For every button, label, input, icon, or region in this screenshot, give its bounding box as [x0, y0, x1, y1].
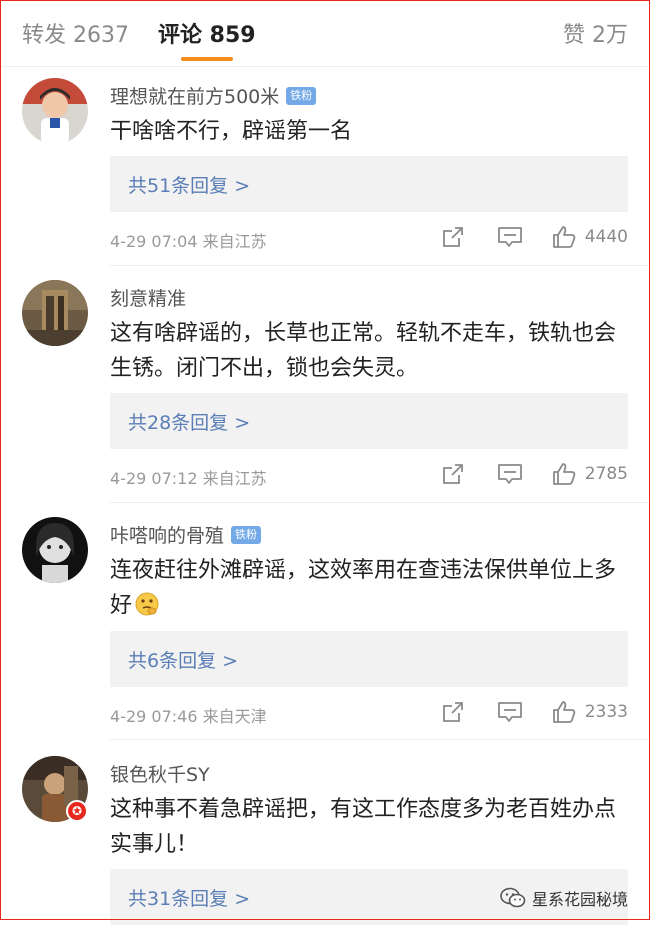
- comment-actions: 4440: [441, 224, 628, 250]
- comment-user: 咔嗒响的骨殖 铁粉: [110, 521, 262, 548]
- like-button[interactable]: 4440: [551, 224, 628, 250]
- comment-item: 理想就在前方500米 铁粉 干啥啥不行，辟谣第一名 共51条回复 > 4-29 …: [0, 66, 650, 266]
- username[interactable]: 刻意精准: [110, 284, 186, 311]
- avatar[interactable]: [22, 280, 88, 346]
- avatar[interactable]: [22, 78, 88, 144]
- comment-meta: 4-29 07:04 来自江苏: [110, 232, 267, 251]
- share-button[interactable]: [441, 700, 465, 724]
- username[interactable]: 咔嗒响的骨殖: [110, 521, 224, 548]
- watermark: 星系花园秘境: [500, 886, 628, 910]
- like-button[interactable]: 2333: [551, 699, 628, 725]
- tab-repost[interactable]: 转发 2637: [22, 17, 129, 49]
- thinking-face-emoji: [134, 591, 160, 628]
- tab-comments[interactable]: 评论 859: [158, 17, 256, 49]
- comment-text: 这种事不着急辟谣把，有这工作态度多为老百姓办点实事儿！: [110, 797, 617, 857]
- comment-meta: 4-29 07:46 来自天津: [110, 707, 267, 726]
- comment-text-body: 连夜赶往外滩辟谣，这效率用在查违法保供单位上多好: [110, 558, 617, 618]
- fan-badge: 铁粉: [286, 86, 317, 105]
- like-count: 2785: [584, 464, 628, 484]
- tab-likes[interactable]: 赞 2万: [563, 17, 628, 49]
- comment-icon: [497, 464, 522, 484]
- replies-link[interactable]: 共51条回复 >: [110, 156, 628, 212]
- comment-meta: 4-29 07:12 来自江苏: [110, 469, 267, 488]
- share-icon: [442, 227, 463, 247]
- thumbs-up-icon: [552, 701, 576, 723]
- comment-user: 刻意精准: [110, 284, 186, 311]
- share-button[interactable]: [441, 225, 465, 249]
- thumbs-up-icon: [552, 463, 576, 485]
- like-count: 4440: [584, 227, 628, 247]
- like-button[interactable]: 2785: [551, 461, 628, 487]
- avatar-image: [22, 78, 88, 144]
- comment-text: 干啥啥不行，辟谣第一名: [110, 119, 353, 144]
- comment-icon: [497, 227, 522, 247]
- comment-icon: [497, 702, 522, 722]
- comment-text: 连夜赶往外滩辟谣，这效率用在查违法保供单位上多好: [110, 553, 630, 628]
- replies-label: 共6条回复 >: [128, 650, 239, 672]
- reply-button[interactable]: [497, 700, 523, 724]
- comment-item: 刻意精准 这有啥辟谣的，长草也正常。轻轨不走车，铁轨也会生锈。闭门不出，锁也会失…: [0, 266, 650, 503]
- tab-bar: 转发 2637 评论 859 赞 2万: [0, 0, 650, 67]
- username[interactable]: 理想就在前方500米: [110, 82, 279, 109]
- star-icon: ✪: [66, 800, 88, 822]
- avatar[interactable]: [22, 517, 88, 583]
- comment-item: 咔嗒响的骨殖 铁粉 连夜赶往外滩辟谣，这效率用在查违法保供单位上多好 共6条回复…: [0, 503, 650, 740]
- replies-label: 共51条回复 >: [128, 175, 251, 197]
- replies-link[interactable]: 共28条回复 >: [110, 393, 628, 449]
- avatar-image: [22, 517, 88, 583]
- replies-label: 共31条回复 >: [128, 888, 251, 910]
- username[interactable]: 银色秋千SY: [110, 760, 210, 787]
- wechat-icon: [500, 887, 526, 908]
- reply-button[interactable]: [497, 225, 523, 249]
- comment-actions: 2785: [441, 461, 628, 487]
- comment-user: 银色秋千SY: [110, 760, 210, 787]
- share-icon: [442, 464, 463, 484]
- thumbs-up-icon: [552, 226, 576, 248]
- replies-label: 共28条回复 >: [128, 412, 251, 434]
- avatar-image: [22, 280, 88, 346]
- comment-text: 这有啥辟谣的，长草也正常。轻轨不走车，铁轨也会生锈。闭门不出，锁也会失灵。: [110, 321, 617, 381]
- replies-link[interactable]: 共6条回复 >: [110, 631, 628, 687]
- active-tab-indicator: [181, 57, 233, 61]
- comment-user: 理想就在前方500米 铁粉: [110, 82, 317, 109]
- fan-badge: 铁粉: [231, 525, 262, 544]
- reply-button[interactable]: [497, 462, 523, 486]
- comment-actions: 2333: [441, 699, 628, 725]
- like-count: 2333: [584, 702, 628, 722]
- share-icon: [442, 702, 463, 722]
- share-button[interactable]: [441, 462, 465, 486]
- watermark-text: 星系花园秘境: [531, 890, 628, 909]
